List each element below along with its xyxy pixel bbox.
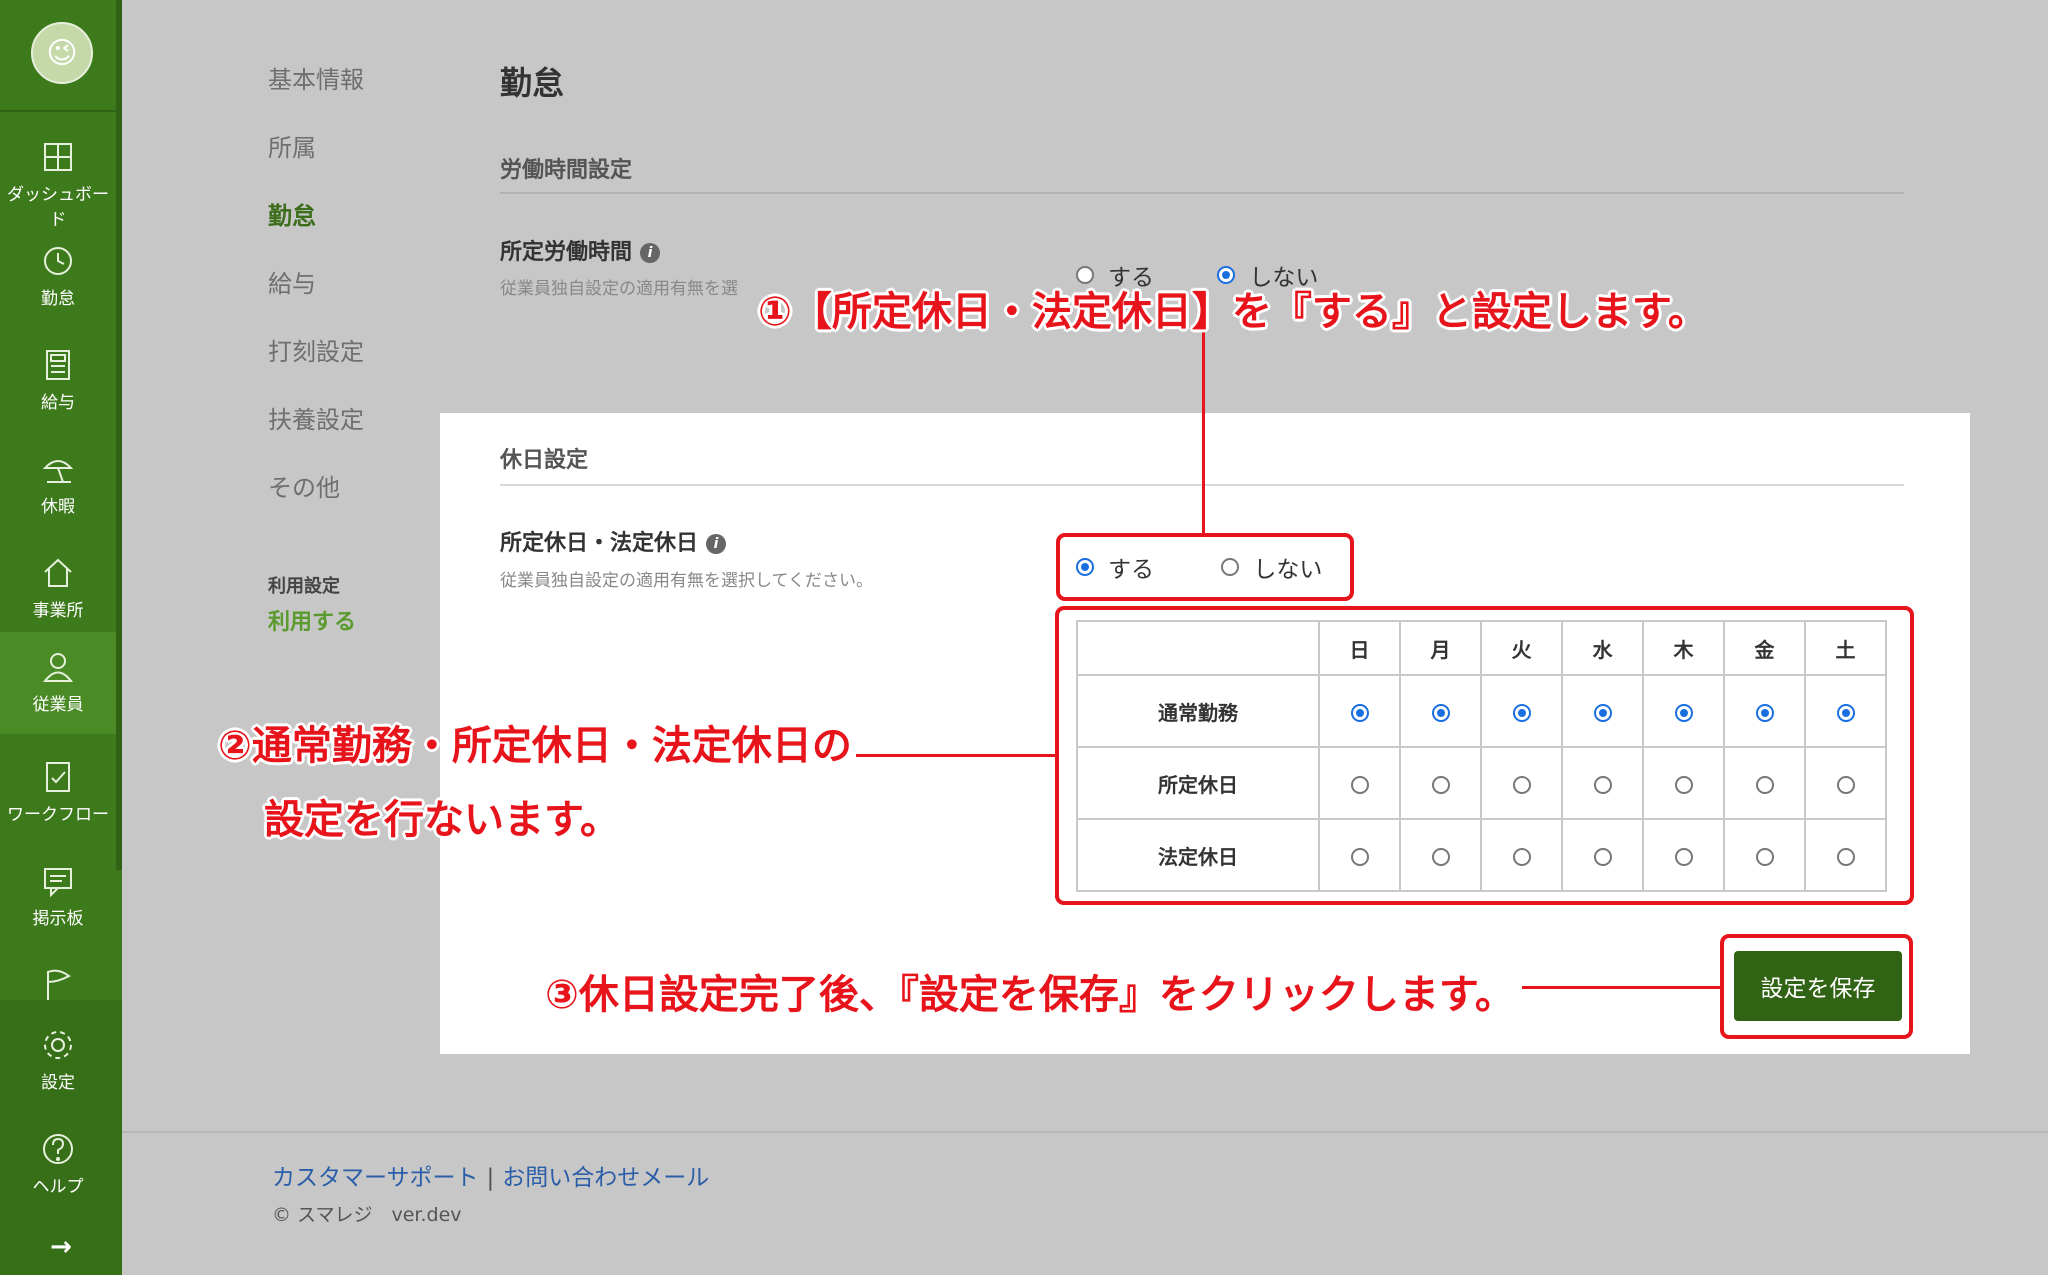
holiday-help-text: 従業員独自設定の適用有無を選択してください。 [500, 571, 873, 591]
sidebar-item-employees[interactable]: 従業員 [0, 632, 116, 734]
gear-icon [41, 1028, 75, 1062]
sidebar-item-label: 給与 [41, 393, 75, 413]
sidebar-item-label: 事業所 [32, 601, 84, 621]
home-icon [41, 556, 75, 590]
subnav-item-other[interactable]: その他 [268, 468, 340, 503]
annotation-leader-line-2 [856, 754, 1056, 757]
annotation-box-step2 [1055, 606, 1914, 905]
info-icon[interactable]: i [640, 243, 661, 263]
sidebar-divider [0, 110, 122, 112]
sidebar-scrollbar[interactable] [116, 0, 122, 870]
flag-icon [41, 968, 75, 1002]
sidebar-item-label: 休暇 [41, 497, 75, 517]
info-icon[interactable]: i [706, 534, 727, 554]
sidebar-item-label: 従業員 [32, 695, 84, 715]
sidebar-item-dashboard[interactable]: ダッシュボード [0, 122, 116, 230]
calculator-icon [41, 348, 75, 382]
subnav-item-basic-info[interactable]: 基本情報 [268, 60, 364, 95]
work-hours-help-text: 従業員独自設定の適用有無を選 [500, 279, 738, 299]
sidebar-item-label: ダッシュボード [7, 185, 109, 230]
annotation-step3: ③休日設定完了後、『設定を保存』をクリックします。 [545, 972, 1515, 1018]
user-avatar[interactable]: 😉 [31, 22, 93, 84]
clock-icon [41, 244, 75, 278]
subnav-item-clock-settings[interactable]: 打刻設定 [268, 332, 364, 367]
sidebar-item-flag[interactable] [0, 950, 116, 1010]
annotation-box-step3 [1720, 934, 1913, 1039]
sidebar-item-attendance[interactable]: 勤怠 [0, 226, 116, 328]
person-icon [41, 650, 75, 684]
subnav-item-payroll[interactable]: 給与 [268, 264, 316, 299]
usage-setting-label: 利用設定 [268, 576, 340, 597]
collapse-arrow-icon[interactable]: → [0, 1232, 122, 1262]
annotation-box-step1 [1056, 533, 1354, 601]
sidebar-item-payroll[interactable]: 給与 [0, 330, 116, 432]
sidebar-item-settings[interactable]: 設定 [0, 1010, 116, 1112]
work-hours-section-title: 労働時間設定 [500, 158, 633, 183]
contact-email-link[interactable]: お問い合わせメール [502, 1165, 709, 1191]
section-divider [500, 192, 1904, 194]
sidebar-item-label: 設定 [41, 1073, 75, 1093]
copyright-text: © スマレジ ver.dev [272, 1204, 462, 1226]
sidebar-item-office[interactable]: 事業所 [0, 538, 116, 640]
sidebar-item-help[interactable]: ヘルプ [0, 1114, 116, 1216]
sidebar-item-label: ヘルプ [32, 1177, 84, 1197]
app-sidebar: 😉 ダッシュボード 勤怠 給与 休暇 事業所 従業員 ワークフロー 掲示板 設定 [0, 0, 122, 1275]
holiday-label-text: 所定休日・法定休日 [500, 531, 699, 556]
annotation-leader-line-3 [1522, 986, 1720, 989]
work-hours-label-text: 所定労働時間 [500, 240, 633, 265]
sidebar-item-label: ワークフロー [7, 805, 109, 825]
beach-umbrella-icon [41, 452, 75, 486]
customer-support-link[interactable]: カスタマーサポート [272, 1165, 479, 1191]
sidebar-item-label: 掲示板 [32, 909, 84, 929]
usage-setting-value: 利用する [268, 610, 357, 635]
page-title: 勤怠 [500, 64, 565, 102]
sidebar-item-workflow[interactable]: ワークフロー [0, 742, 116, 844]
holiday-field-label: 所定休日・法定休日 i [500, 525, 727, 557]
holiday-section-title: 休日設定 [500, 448, 589, 473]
footer-separator: | [486, 1165, 495, 1191]
sidebar-item-bulletin[interactable]: 掲示板 [0, 846, 116, 948]
sidebar-item-label: 勤怠 [41, 289, 75, 309]
dashboard-icon [41, 140, 75, 174]
annotation-leader-line-1 [1202, 332, 1205, 533]
annotation-step2-line2: 設定を行ないます。 [264, 797, 620, 843]
subnav-item-attendance[interactable]: 勤怠 [268, 196, 316, 231]
annotation-step2-line1: ②通常勤務・所定休日・法定休日の [218, 723, 852, 769]
checklist-icon [41, 760, 75, 794]
subnav-item-affiliation[interactable]: 所属 [268, 128, 316, 163]
work-hours-field-label: 所定労働時間 i [500, 234, 661, 266]
help-icon [41, 1132, 75, 1166]
footer-divider [122, 1131, 2048, 1133]
footer-links: カスタマーサポート | お問い合わせメール [272, 1158, 709, 1192]
annotation-step1: ①【所定休日・法定休日】を『する』と設定します。 [758, 289, 1708, 335]
subnav-item-dependents[interactable]: 扶養設定 [268, 400, 364, 435]
message-icon [41, 864, 75, 898]
sidebar-item-leave[interactable]: 休暇 [0, 434, 116, 536]
